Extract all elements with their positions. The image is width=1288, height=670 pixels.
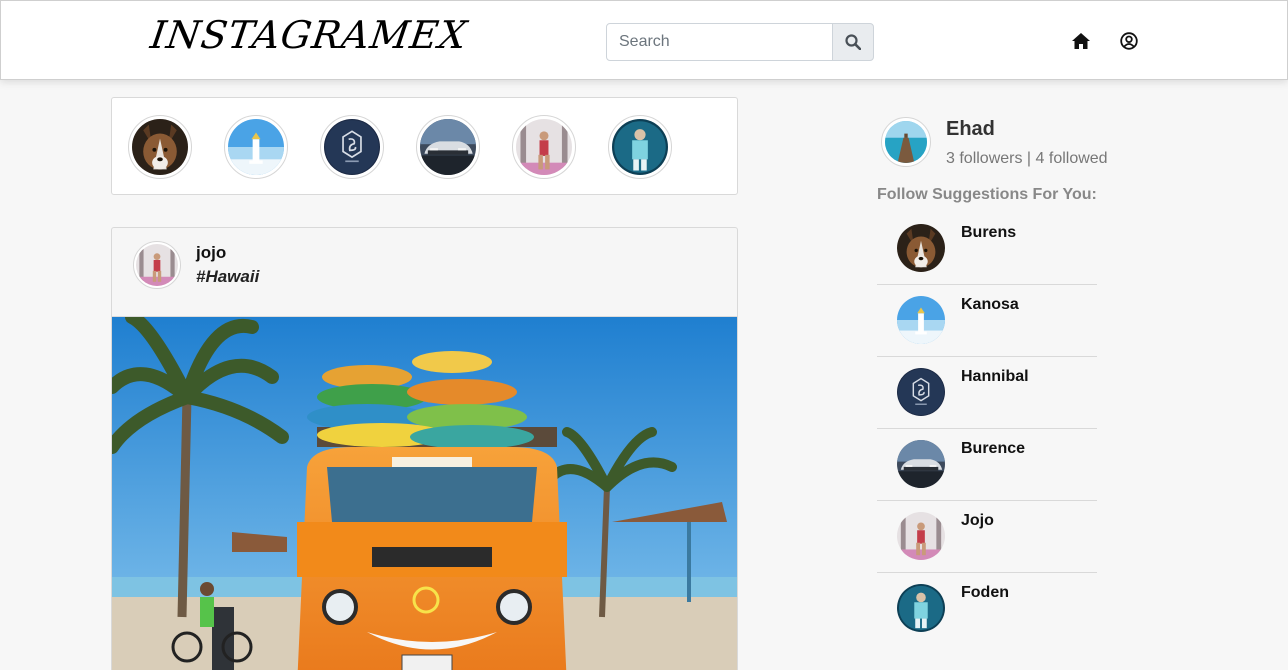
- story-avatar[interactable]: [416, 115, 480, 179]
- search-input[interactable]: [606, 23, 833, 61]
- car-avatar-image: [897, 440, 945, 488]
- suggestion-name[interactable]: Jojo: [961, 512, 994, 530]
- lighthouse-avatar-image: [228, 119, 284, 175]
- footballer-avatar-image: [897, 584, 945, 632]
- story-avatar[interactable]: [608, 115, 672, 179]
- story-avatar[interactable]: [128, 115, 192, 179]
- suggestion-name[interactable]: Foden: [961, 584, 1009, 602]
- search-icon: [845, 34, 861, 50]
- home-icon[interactable]: [1070, 30, 1092, 52]
- logo-badge-avatar-image: [897, 368, 945, 416]
- suggestions-title: Follow Suggestions For You:: [877, 186, 1097, 203]
- gym-woman-avatar-image: [516, 119, 572, 175]
- feed-post: jojo #Hawaii: [111, 227, 738, 670]
- suggestion-item[interactable]: Burens: [877, 213, 1097, 285]
- gym-woman-avatar-image: [136, 244, 178, 286]
- post-username[interactable]: jojo: [196, 243, 226, 263]
- footballer-avatar-image: [612, 119, 668, 175]
- husky-avatar-image: [897, 224, 945, 272]
- story-avatar[interactable]: [224, 115, 288, 179]
- logo-badge-avatar-image: [324, 119, 380, 175]
- top-navbar: INSTAGRAMEX: [0, 0, 1288, 80]
- story-avatar[interactable]: [320, 115, 384, 179]
- profile-avatar[interactable]: [881, 117, 931, 167]
- app-logo[interactable]: INSTAGRAMEX: [148, 13, 470, 57]
- suggestion-item[interactable]: Jojo: [877, 501, 1097, 573]
- suggestion-name[interactable]: Burens: [961, 224, 1016, 242]
- user-circle-icon[interactable]: [1118, 30, 1140, 52]
- suggestion-item[interactable]: Burence: [877, 429, 1097, 501]
- post-location-tag[interactable]: #Hawaii: [196, 267, 259, 287]
- post-header: jojo #Hawaii: [112, 228, 737, 317]
- car-avatar-image: [420, 119, 476, 175]
- story-avatar[interactable]: [512, 115, 576, 179]
- stories-bar: [111, 97, 738, 195]
- post-author-avatar[interactable]: [133, 241, 181, 289]
- suggestion-item[interactable]: Hannibal: [877, 357, 1097, 429]
- suggestion-item[interactable]: Kanosa: [877, 285, 1097, 357]
- suggestion-name[interactable]: Kanosa: [961, 296, 1019, 314]
- suggestion-name[interactable]: Burence: [961, 440, 1025, 458]
- suggestion-item[interactable]: Foden: [877, 573, 1097, 645]
- pier-avatar-image: [885, 121, 927, 163]
- gym-woman-avatar-image: [897, 512, 945, 560]
- search-button[interactable]: [832, 23, 874, 61]
- lighthouse-avatar-image: [897, 296, 945, 344]
- husky-avatar-image: [132, 119, 188, 175]
- profile-stats: 3 followers | 4 followed: [946, 150, 1108, 167]
- profile-name[interactable]: Ehad: [946, 118, 995, 141]
- post-image[interactable]: [112, 317, 737, 670]
- suggestion-name[interactable]: Hannibal: [961, 368, 1029, 386]
